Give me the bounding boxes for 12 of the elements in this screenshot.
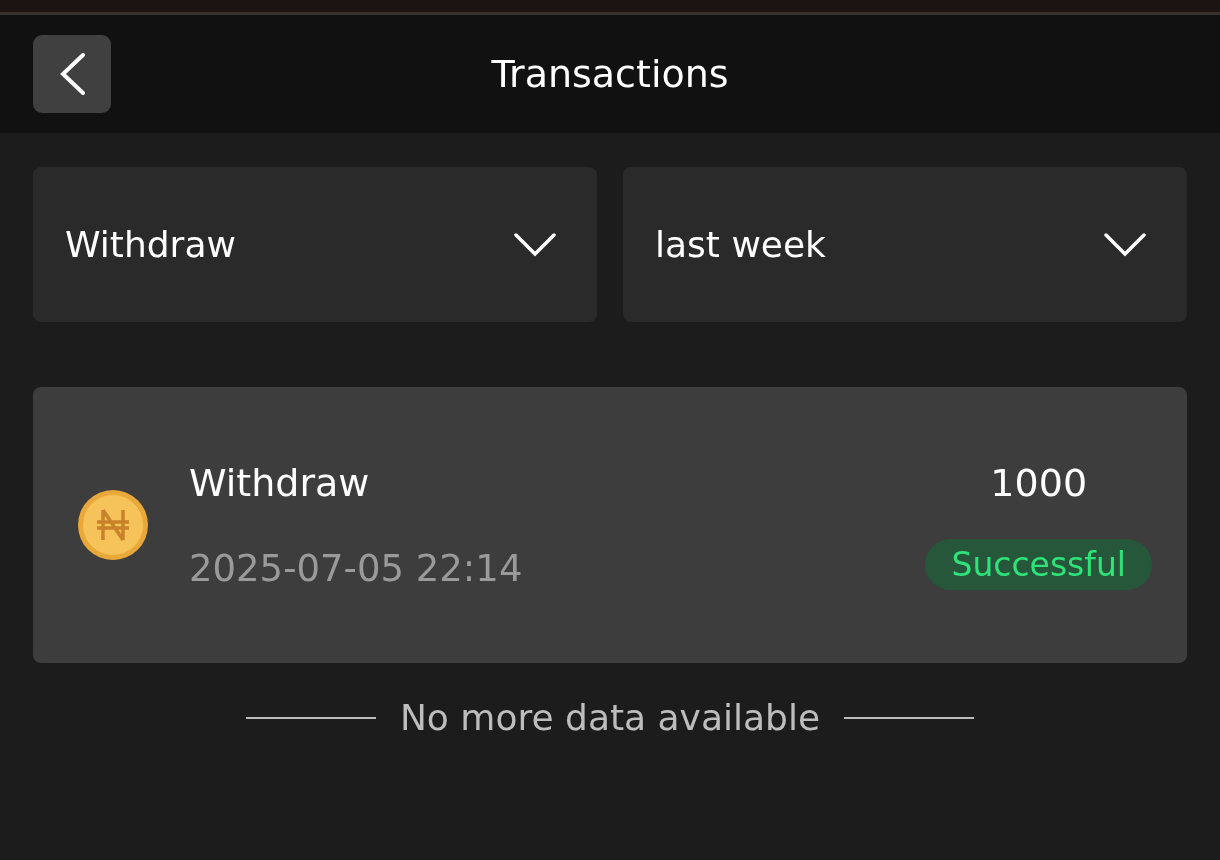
transaction-type: Withdraw — [189, 460, 371, 505]
transaction-amount: 1000 — [990, 460, 1088, 505]
back-button[interactable] — [33, 35, 111, 113]
chevron-down-icon — [513, 231, 557, 258]
transaction-date: 2025-07-05 22:14 — [189, 546, 524, 590]
transaction-card[interactable]: Withdraw 2025-07-05 22:14 1000 Successful — [33, 387, 1187, 663]
page-title: Transactions — [490, 52, 730, 96]
end-of-list-text: No more data available — [399, 697, 821, 738]
filter-dropdown[interactable]: last week — [623, 167, 1187, 322]
filter-dropdown[interactable]: Withdraw — [33, 167, 597, 322]
status-badge: Successful — [925, 538, 1152, 590]
chevron-down-icon — [1103, 231, 1147, 258]
